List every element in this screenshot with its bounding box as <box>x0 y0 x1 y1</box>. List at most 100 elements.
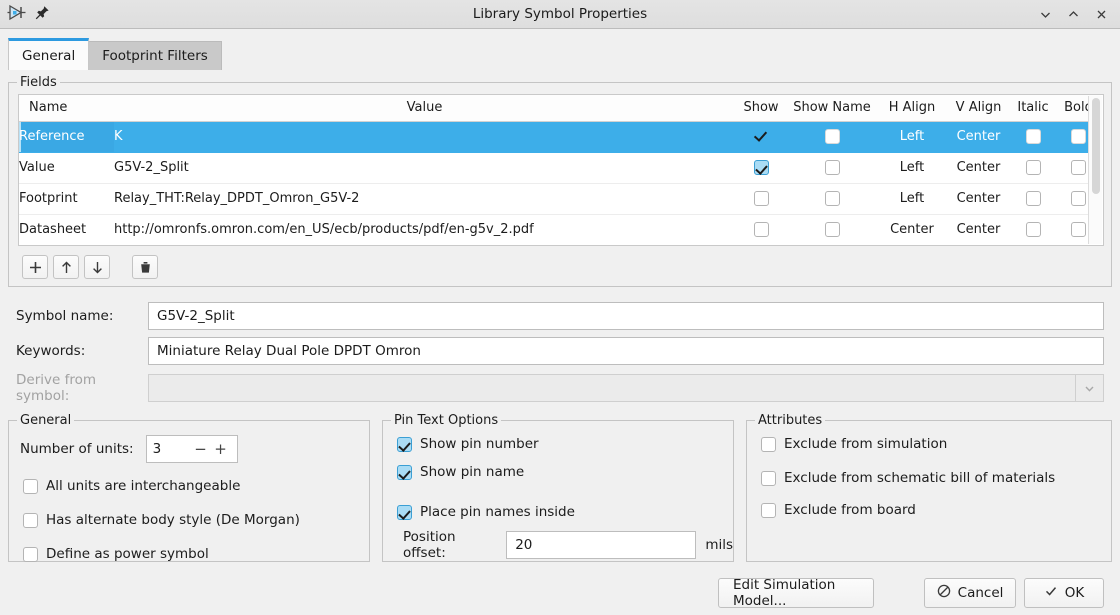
cell-field-name[interactable]: Footprint <box>19 183 114 215</box>
chevron-down-icon[interactable] <box>1032 3 1058 25</box>
close-icon[interactable] <box>1088 3 1114 25</box>
checkbox-box[interactable] <box>761 503 776 518</box>
cell-field-value[interactable]: K <box>114 121 735 153</box>
cell-italic[interactable] <box>1010 152 1056 184</box>
checkbox-define-as-power-symbol[interactable]: Define as power symbol <box>23 547 209 562</box>
checkbox-show-name[interactable] <box>824 191 840 206</box>
checkbox-italic[interactable] <box>1025 222 1041 237</box>
edit-simulation-model-button[interactable]: Edit Simulation Model... <box>718 577 874 609</box>
cell-show[interactable] <box>735 183 787 215</box>
tab-general[interactable]: General <box>8 38 90 70</box>
cancel-button[interactable]: Cancel <box>924 578 1016 608</box>
cell-field-value[interactable]: G5V-2_Split <box>114 152 735 184</box>
ok-button[interactable]: OK <box>1024 578 1104 608</box>
cell-italic[interactable] <box>1010 245 1056 246</box>
checkbox-bold[interactable] <box>1071 246 1086 247</box>
checkbox-show-name[interactable] <box>824 222 840 237</box>
cell-show-name[interactable] <box>787 121 877 153</box>
keywords-input[interactable]: Miniature Relay Dual Pole DPDT Omron <box>148 337 1104 365</box>
cell-show-name[interactable] <box>787 152 877 184</box>
table-row[interactable]: Reference K Left Center <box>19 121 1101 153</box>
column-header-show-name[interactable]: Show Name <box>787 95 877 122</box>
checkbox-place-pin-names-inside[interactable]: Place pin names inside <box>397 505 575 520</box>
cell-v-align[interactable]: Center <box>947 245 1010 246</box>
checkbox-bold[interactable] <box>1071 191 1086 206</box>
symbol-name-input[interactable]: G5V-2_Split <box>148 302 1104 330</box>
cell-show[interactable] <box>735 152 787 184</box>
cell-field-value[interactable]: Relay_THT:Relay_DPDT_Omron_G5V-2 <box>114 183 735 215</box>
cell-show-name[interactable] <box>787 214 877 245</box>
delete-field-button[interactable] <box>132 255 158 279</box>
checkbox-bold[interactable] <box>1071 222 1086 237</box>
checkbox-show-pin-name[interactable]: Show pin name <box>397 465 524 480</box>
increment-button[interactable]: + <box>211 440 231 458</box>
checkbox-italic[interactable] <box>1025 191 1041 206</box>
cell-h-align[interactable]: Left <box>877 152 947 184</box>
add-field-button[interactable] <box>22 255 48 279</box>
cell-h-align[interactable]: Left <box>877 121 947 153</box>
cell-show-name[interactable] <box>787 183 877 215</box>
position-offset-input[interactable]: 20 <box>506 531 697 559</box>
column-header-v-align[interactable]: V Align <box>947 95 1010 122</box>
table-row[interactable]: Value G5V-2_Split Left Center <box>19 152 1101 184</box>
fields-table[interactable]: Name Value Show Show Name H Align V Alig… <box>18 94 1104 246</box>
checkbox-show-name[interactable] <box>824 129 840 144</box>
checkbox-exclude-from-simulation[interactable]: Exclude from simulation <box>761 437 947 452</box>
pin-icon[interactable] <box>35 5 50 24</box>
checkbox-exclude-from-bom[interactable]: Exclude from schematic bill of materials <box>761 471 1055 486</box>
move-field-up-button[interactable] <box>53 255 79 279</box>
checkbox-show[interactable] <box>753 191 769 206</box>
checkbox-box[interactable] <box>23 547 38 562</box>
checkbox-box[interactable] <box>397 437 412 452</box>
column-header-show[interactable]: Show <box>735 95 787 122</box>
decrement-button[interactable]: − <box>191 440 211 458</box>
cell-italic[interactable] <box>1010 214 1056 245</box>
checkbox-box[interactable] <box>761 437 776 452</box>
cell-show[interactable] <box>735 245 787 246</box>
column-header-name[interactable]: Name <box>19 95 114 122</box>
checkbox-box[interactable] <box>397 465 412 480</box>
number-of-units-stepper[interactable]: 3 − + <box>145 435 238 463</box>
column-header-italic[interactable]: Italic <box>1010 95 1056 122</box>
cell-v-align[interactable]: Center <box>947 121 1010 153</box>
checkbox-show[interactable] <box>753 222 769 237</box>
cell-show[interactable] <box>735 121 787 153</box>
tab-footprint-filters[interactable]: Footprint Filters <box>88 41 222 70</box>
column-header-h-align[interactable]: H Align <box>877 95 947 122</box>
checkbox-italic[interactable] <box>1025 129 1041 144</box>
cell-field-name[interactable]: Datasheet <box>19 214 114 245</box>
checkbox-box[interactable] <box>397 505 412 520</box>
cell-v-align[interactable]: Center <box>947 214 1010 245</box>
table-row[interactable]: Footprint Relay_THT:Relay_DPDT_Omron_G5V… <box>19 183 1101 215</box>
checkbox-italic[interactable] <box>1026 246 1041 247</box>
checkbox-bold[interactable] <box>1071 129 1086 144</box>
checkbox-box[interactable] <box>761 471 776 486</box>
cell-field-name[interactable]: Value <box>19 152 114 184</box>
checkbox-bold[interactable] <box>1071 160 1086 175</box>
chevron-up-icon[interactable] <box>1060 3 1086 25</box>
checkbox-show-pin-number[interactable]: Show pin number <box>397 437 539 452</box>
table-row[interactable]: Description Relay, Miniature, Omron, DPD… <box>19 245 1101 246</box>
table-row[interactable]: Datasheet http://omronfs.omron.com/en_US… <box>19 214 1101 245</box>
cell-field-name[interactable]: Reference <box>19 121 114 153</box>
cell-field-value[interactable]: http://omronfs.omron.com/en_US/ecb/produ… <box>114 214 735 245</box>
cell-field-value[interactable]: Relay, Miniature, Omron, DPDT <box>114 245 735 246</box>
checkbox-has-alternate-body-style[interactable]: Has alternate body style (De Morgan) <box>23 513 300 528</box>
checkbox-show[interactable] <box>754 246 769 247</box>
cell-h-align[interactable]: Center <box>877 245 947 246</box>
checkbox-show-name[interactable] <box>824 160 840 175</box>
checkbox-show-name[interactable] <box>825 246 840 247</box>
checkbox-exclude-from-board[interactable]: Exclude from board <box>761 503 916 518</box>
cell-bold[interactable] <box>1056 245 1101 246</box>
checkbox-box[interactable] <box>23 513 38 528</box>
checkbox-all-units-interchangeable[interactable]: All units are interchangeable <box>23 479 240 494</box>
checkbox-show[interactable] <box>753 160 769 175</box>
cell-v-align[interactable]: Center <box>947 152 1010 184</box>
cell-italic[interactable] <box>1010 121 1056 153</box>
cell-h-align[interactable]: Left <box>877 183 947 215</box>
cell-show-name[interactable] <box>787 245 877 246</box>
cell-h-align[interactable]: Center <box>877 214 947 245</box>
checkbox-italic[interactable] <box>1025 160 1041 175</box>
cell-show[interactable] <box>735 214 787 245</box>
table-scrollbar[interactable] <box>1088 96 1102 244</box>
